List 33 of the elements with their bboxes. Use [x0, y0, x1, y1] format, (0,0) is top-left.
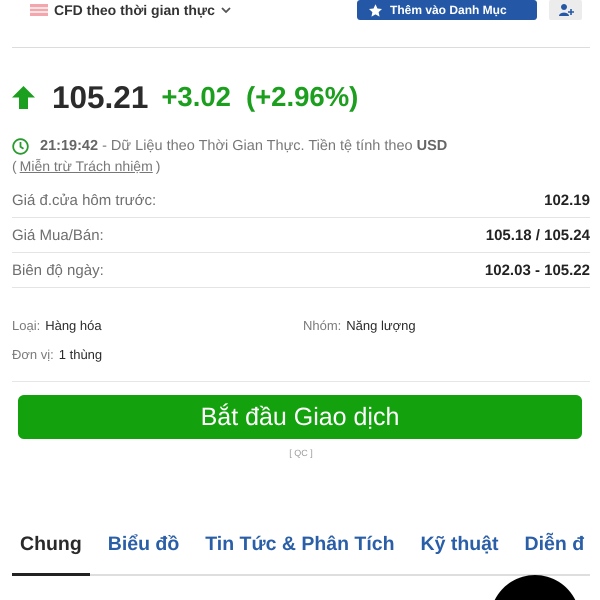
- section-tab[interactable]: Diễn đ: [516, 532, 592, 576]
- data-status-text: 21:19:42 - Dữ Liệu theo Thời Gian Thực. Tiền tệ tính theo USD: [40, 138, 448, 154]
- user-plus-icon: [558, 3, 574, 17]
- stat-label: Biên độ ngày:: [12, 262, 104, 278]
- last-price: 105.21: [52, 78, 148, 116]
- detail-label: Nhóm:: [303, 318, 342, 333]
- section-tab[interactable]: Chung: [12, 532, 90, 576]
- section-tab[interactable]: Tin Tức & Phân Tích: [197, 532, 403, 576]
- price-change: +3.02: [161, 81, 231, 113]
- instrument-selector[interactable]: CFD theo thời gian thực: [30, 2, 231, 18]
- clock-icon: [12, 138, 29, 154]
- stat-value: 102.03 - 105.22: [484, 262, 590, 278]
- detail-label: Loại:: [12, 318, 40, 333]
- stat-label: Giá đ.cửa hôm trước:: [12, 192, 156, 208]
- star-icon: [369, 4, 382, 16]
- stat-value: 102.19: [544, 192, 590, 208]
- start-trading-button[interactable]: Bắt đầu Giao dịch: [18, 395, 582, 439]
- detail-value: Năng lượng: [346, 318, 416, 333]
- section-tab[interactable]: Kỹ thuật: [412, 532, 507, 576]
- detail-value: Hàng hóa: [45, 318, 102, 333]
- price-change-percent: (+2.96%): [246, 81, 358, 113]
- disclaimer-note: ( Miễn trừ Trách nhiệm ): [12, 157, 160, 176]
- flag-icon: [30, 4, 48, 16]
- stat-label: Giá Mua/Bán:: [12, 226, 104, 244]
- section-tab[interactable]: Biểu đồ: [100, 532, 188, 576]
- disclaimer-link[interactable]: Miễn trừ Trách nhiệm: [20, 158, 153, 174]
- caret-icon: [220, 7, 231, 13]
- stat-value: 105.18 / 105.24: [486, 226, 590, 244]
- detail-value: 1 thùng: [58, 347, 102, 362]
- ad-label: [ QC ]: [289, 447, 313, 459]
- add-to-watchlist-button[interactable]: Thêm vào Danh Mục: [357, 0, 537, 20]
- detail-label: Đơn vị:: [12, 347, 54, 362]
- add-user-button[interactable]: [549, 0, 582, 20]
